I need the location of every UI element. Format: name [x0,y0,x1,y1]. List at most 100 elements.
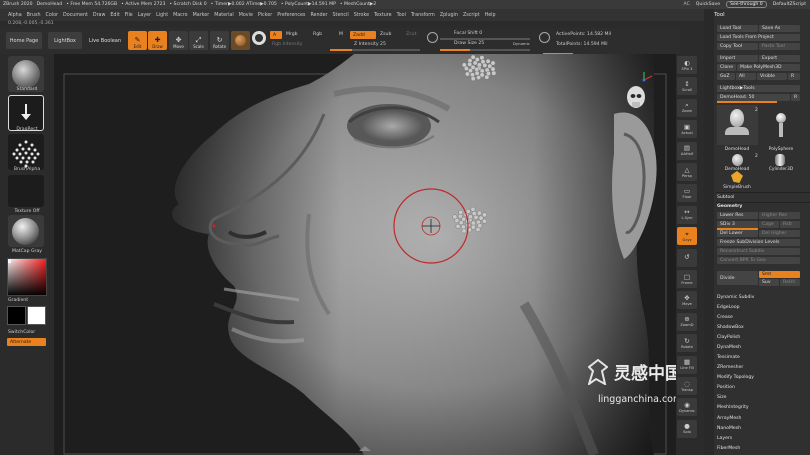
load-tools-from-project-button[interactable]: Load Tools From Project [717,34,800,41]
document-canvas[interactable]: 灵感中国 lingganchina.com [54,54,676,455]
edit-tool-button[interactable]: ✎ Edit [128,31,147,50]
alternate-button[interactable]: Alternate [7,338,46,346]
zcut-toggle[interactable]: Zcut [406,32,416,37]
zadd-toggle[interactable]: Zadd [350,31,376,39]
menu-document[interactable]: Document [63,13,88,18]
menu-light[interactable]: Light [156,13,168,18]
secondary-color-swatch[interactable] [27,306,46,325]
tool-palette-header[interactable]: ◀ Tool [704,9,810,21]
line-fill-button[interactable]: ▦ Line Fill [677,355,697,374]
menu-zplugin[interactable]: Zplugin [440,13,458,18]
menu-preferences[interactable]: Preferences [277,13,305,18]
subpalette-layers[interactable]: Layers [717,436,732,441]
rgb-intensity-slider[interactable]: Rgb Intensity [272,42,302,47]
scale-tool-button[interactable]: ⤢ Scale [189,31,208,50]
sdiv-slider[interactable]: SDiv 3 [717,221,758,228]
import-button[interactable]: Import [717,55,758,62]
menu-alpha[interactable]: Alpha [8,13,22,18]
menu-transform[interactable]: Transform [411,13,435,18]
menu-material[interactable]: Material [214,13,234,18]
a-toggle[interactable]: A [270,31,282,39]
menu-brush[interactable]: Brush [27,13,41,18]
dynamic-toggle[interactable]: Dynamic [513,41,530,46]
menu-edit[interactable]: Edit [110,13,119,18]
move-tool-button[interactable]: ✥ Move [169,31,188,50]
alpha-thumbnail[interactable] [8,134,44,170]
main-color-swatch[interactable] [7,306,26,325]
geometry-size[interactable]: Size [717,395,726,400]
subtool-thumb-demohead-2[interactable] [717,154,758,166]
convert-bpr-button[interactable]: Convert BPR To Geo [717,257,800,264]
cage-button[interactable]: Cage [759,221,779,228]
demohead-tool-slider[interactable]: DemoHead. 50 [717,94,790,101]
menu-zscript[interactable]: Zscript [463,13,480,18]
zoomd-button[interactable]: ⊕ ZoomD [677,312,697,331]
stroke-thumbnail[interactable] [8,95,44,131]
texture-thumbnail[interactable] [8,175,44,207]
view-button[interactable]: ↺ [677,248,697,267]
clone-button[interactable]: Clone [717,64,736,71]
draw-size-slider[interactable]: Draw Size 25 [454,41,484,46]
geometry-dynamesh[interactable]: DynaMesh [717,345,741,350]
quicksave-button[interactable]: QuickSave [696,2,720,7]
home-page-button[interactable]: Home Page [6,32,42,49]
solo-button[interactable]: ● Solo [677,419,697,438]
geometry-edgeloop[interactable]: EdgeLoop [717,305,740,310]
all-button[interactable]: All [736,73,756,80]
higher-res-button[interactable]: Higher Res [759,212,800,219]
menu-stroke[interactable]: Stroke [354,13,369,18]
live-boolean-button[interactable]: Live Boolean [86,32,124,49]
default-zscript-button[interactable]: DefaultZScript [773,2,806,7]
lightbox-button[interactable]: LightBox [48,32,82,49]
freeze-subdivision-button[interactable]: Freeze SubDivision Levels [717,239,800,246]
geometry-shadowbox[interactable]: ShadowBox [717,325,744,330]
zsub-toggle[interactable]: Zsub [380,32,391,37]
paste-tool-button[interactable]: Paste Tool [759,43,800,50]
rstr-button[interactable]: Rstr [780,221,800,228]
menu-marker[interactable]: Marker [193,13,210,18]
del-lower-button[interactable]: Del Lower [717,230,758,237]
draw-tool-button[interactable]: ✚ Draw [148,31,167,50]
goz-button[interactable]: GoZ [717,73,735,80]
menu-draw[interactable]: Draw [93,13,106,18]
lightbox-tools-button[interactable]: Lightbox▶Tools [717,85,800,92]
zoom-button[interactable]: ⌕ Zoom [677,98,697,117]
dynamic-button[interactable]: ◉ Dynamic [677,398,697,417]
sphere-mode-icon[interactable] [252,31,266,45]
reconstruct-subdiv-button[interactable]: Reconstruct Subdiv [717,248,800,255]
geometry-dynamic-subdiv[interactable]: Dynamic Subdiv [717,295,754,300]
gxyz-button[interactable]: ⌖ Gxyz [677,227,697,246]
divide-button[interactable]: Divide [717,271,758,285]
subtool-section[interactable]: Subtool [717,195,734,200]
load-tool-button[interactable]: Load Tool [717,25,758,32]
see-through-slider[interactable]: See-through 0 [726,1,767,8]
make-polymesh3d-button[interactable]: Make PolyMesh3D [737,64,800,71]
mrgb-toggle[interactable]: Mrgb [286,32,298,37]
smt-toggle[interactable]: Smt [759,271,800,278]
geometry-position[interactable]: Position [717,385,735,390]
spix-3-button[interactable]: ◐ SPix 3 [677,56,697,74]
color-picker[interactable] [7,258,47,296]
geometry-crease[interactable]: Crease [717,315,733,320]
floor-button[interactable]: ▭ Floor [677,184,697,203]
subtool-thumb-cylinder[interactable] [772,154,788,166]
palette-scroll-strip[interactable] [704,9,714,455]
copy-tool-button[interactable]: Copy Tool [717,43,758,50]
geometry-tessimate[interactable]: Tessimate [717,355,740,360]
geometry-zremesher[interactable]: ZRemesher [717,365,743,370]
subtool-thumb-simplebrush[interactable] [727,171,747,183]
menu-stencil[interactable]: Stencil [333,13,349,18]
subtool-thumb-polysphere[interactable] [766,107,796,145]
l-sym-button[interactable]: ↔ L.Sym [677,205,697,224]
persp-button[interactable]: △ Persp [677,163,697,181]
material-thumbnail[interactable] [8,215,44,247]
z-intensity-slider[interactable]: Z Intensity 25 [354,42,386,47]
r-small-button[interactable]: R [791,94,800,101]
m-toggle[interactable]: M [339,32,343,37]
reuv-button[interactable]: ReUV [780,279,800,286]
del-higher-button[interactable]: Del Higher [759,230,800,237]
menu-file[interactable]: File [125,13,133,18]
menu-layer[interactable]: Layer [138,13,151,18]
menu-help[interactable]: Help [485,13,496,18]
menu-render[interactable]: Render [310,13,327,18]
